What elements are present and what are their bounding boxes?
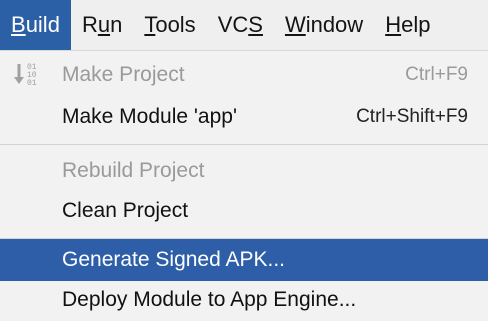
menu-item-shortcut: Ctrl+Shift+F9 [356, 106, 468, 127]
menu-item-clean-project[interactable]: Clean Project [0, 190, 488, 232]
menu-item-label: Make Module 'app' [62, 105, 237, 128]
menu-item-label: Clean Project [62, 199, 189, 222]
svg-text:01: 01 [27, 79, 37, 88]
menu-window[interactable]: Window [274, 0, 374, 50]
make-binary-icon: 01 10 01 [12, 60, 42, 88]
menu-separator [0, 144, 488, 145]
menu-build[interactable]: Build [0, 0, 71, 50]
menu-item-label: Rebuild Project [62, 159, 205, 182]
menu-item-rebuild-project[interactable]: Rebuild Project [0, 150, 488, 192]
menu-tools[interactable]: Tools [133, 0, 206, 50]
menu-item-make-module-app[interactable]: Make Module 'app' Ctrl+Shift+F9 [0, 96, 488, 138]
menu-run[interactable]: Run [71, 0, 133, 50]
menu-item-deploy-module-app-engine[interactable]: Deploy Module to App Engine... [0, 279, 488, 321]
menu-item-label: Make Project [62, 63, 185, 86]
build-dropdown-menu: 01 10 01 Make Project Ctrl+F9 Make Modul… [0, 51, 488, 320]
menu-bar: Build Run Tools VCS Window Help [0, 0, 488, 51]
menu-item-shortcut: Ctrl+F9 [405, 64, 468, 85]
menu-item-generate-signed-apk[interactable]: Generate Signed APK... [0, 239, 488, 281]
menu-item-label: Deploy Module to App Engine... [62, 288, 357, 311]
menu-item-make-project[interactable]: 01 10 01 Make Project Ctrl+F9 [0, 54, 488, 96]
menu-vcs[interactable]: VCS [207, 0, 274, 50]
menu-help[interactable]: Help [374, 0, 441, 50]
menu-item-label: Generate Signed APK... [62, 248, 285, 271]
